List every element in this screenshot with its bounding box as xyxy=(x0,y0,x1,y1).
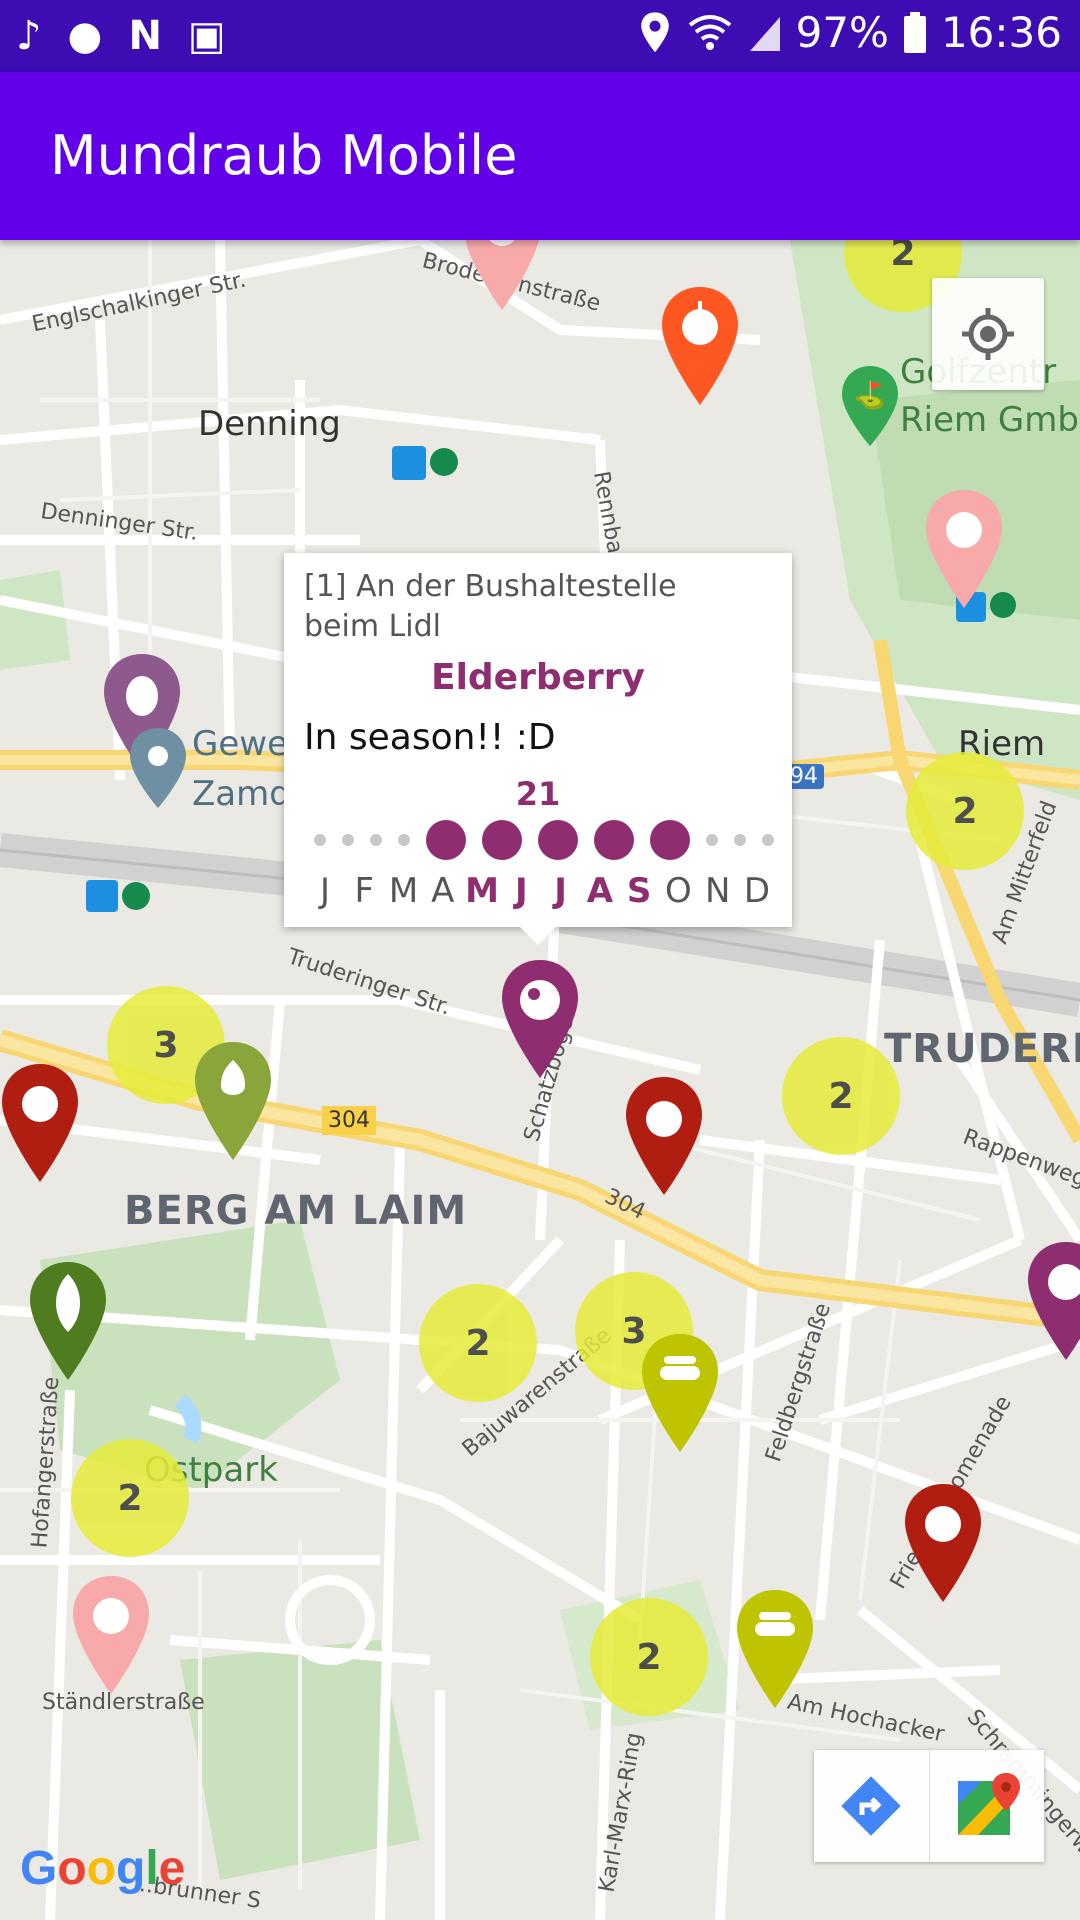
directions-icon xyxy=(841,1776,901,1836)
month-letter-in-season: M xyxy=(465,871,499,911)
sbahn-icon[interactable] xyxy=(122,882,150,910)
month-letter-in-season: S xyxy=(626,871,652,911)
district-label: BERG AM LAIM xyxy=(124,1188,468,1234)
google-maps-icon xyxy=(957,1773,1020,1835)
location-description: [1] An der Bushaltestelle beim Lidl xyxy=(304,569,677,644)
fruit-pin-apple[interactable] xyxy=(624,1075,704,1197)
month-letter: J xyxy=(319,871,331,911)
fruit-pin-elderberry[interactable] xyxy=(500,958,580,1080)
google-logo: Google xyxy=(20,1842,186,1895)
gallery-icon: ▣ xyxy=(187,13,226,59)
signal-icon xyxy=(749,16,780,51)
season-dots xyxy=(314,817,774,863)
fruit-pin-pear[interactable] xyxy=(193,1040,273,1162)
sbahn-icon[interactable] xyxy=(430,448,458,476)
month-letter-in-season: A xyxy=(586,871,614,911)
district-label: Denning xyxy=(198,404,341,444)
month-dot xyxy=(370,834,382,846)
lightbulb-icon: ● xyxy=(67,13,103,59)
month-letter-in-season: J xyxy=(515,871,528,911)
place-pin[interactable] xyxy=(118,718,198,840)
month-letter: M xyxy=(388,871,419,911)
fruit-pin-apple[interactable] xyxy=(903,1482,983,1604)
road-shield: 304 xyxy=(322,1106,376,1135)
month-letter: N xyxy=(704,871,731,911)
notification-icons: ♪ ● N ▣ xyxy=(16,10,226,62)
open-google-maps-button[interactable] xyxy=(928,1750,1045,1862)
battery-percent: 97% xyxy=(795,8,889,57)
month-dot xyxy=(342,834,354,846)
month-dot-active xyxy=(650,820,690,860)
marker-info-window[interactable]: [1] An der Bushaltestelle beim Lidl Elde… xyxy=(284,553,792,945)
month-dot-active xyxy=(482,820,522,860)
wifi-icon xyxy=(688,14,731,50)
cluster-marker[interactable]: 2 xyxy=(71,1439,189,1557)
month-letter: F xyxy=(354,871,375,911)
app-bar: Mundraub Mobile xyxy=(0,72,1080,240)
my-location-button[interactable] xyxy=(932,278,1044,390)
fruit-pin-apple[interactable] xyxy=(924,488,1004,610)
fruit-type: Elderberry xyxy=(430,657,646,698)
season-status: In season!! :D xyxy=(304,717,556,758)
month-dot-active xyxy=(426,820,466,860)
battery-icon xyxy=(903,11,926,53)
cluster-marker[interactable]: 2 xyxy=(906,752,1024,870)
map-toolbar xyxy=(814,1750,1044,1862)
month-letter: A xyxy=(431,871,455,911)
month-dot xyxy=(762,834,774,846)
app-title: Mundraub Mobile xyxy=(50,124,518,187)
location-icon xyxy=(640,11,669,52)
cluster-marker[interactable]: 2 xyxy=(419,1284,537,1402)
golf-pin[interactable]: ⛳ xyxy=(830,356,910,478)
netflix-icon: N xyxy=(128,13,162,59)
month-dot xyxy=(398,834,410,846)
fruit-pin-apple[interactable] xyxy=(462,240,542,312)
month-dot-active xyxy=(594,820,634,860)
nut-pin[interactable] xyxy=(735,1588,815,1710)
month-letter: D xyxy=(743,871,771,911)
fruit-pin-apple[interactable] xyxy=(660,285,740,407)
poi-label: Zamd xyxy=(192,774,291,814)
directions-button[interactable] xyxy=(814,1750,929,1862)
cluster-marker[interactable]: 2 xyxy=(782,1037,900,1155)
herb-pin-leaf[interactable] xyxy=(28,1260,108,1382)
district-label: TRUDERIN xyxy=(884,1026,1080,1072)
fruit-pin-apple[interactable] xyxy=(71,1574,151,1696)
clock: 16:36 xyxy=(940,8,1062,57)
month-letter: O xyxy=(665,871,692,911)
month-dot-active xyxy=(538,820,578,860)
month-dot xyxy=(734,834,746,846)
my-location-icon xyxy=(962,308,1014,360)
svg-text:⛳: ⛳ xyxy=(854,380,886,411)
cluster-marker[interactable]: 2 xyxy=(590,1598,708,1716)
system-icons: 97% 16:36 xyxy=(638,8,1062,57)
subway-icon[interactable] xyxy=(392,446,426,480)
fruit-pin-apple[interactable] xyxy=(0,1062,80,1184)
month-letters: J F M A M J J A S O N D xyxy=(308,871,774,911)
subway-icon[interactable] xyxy=(86,880,118,912)
month-dot xyxy=(706,834,718,846)
day-count: 21 xyxy=(515,775,561,813)
status-bar: ♪ ● N ▣ 97% 16:36 xyxy=(0,0,1080,72)
fruit-pin-plum[interactable] xyxy=(1026,1240,1080,1362)
map-view[interactable]: Englschalkinger Str. Brodersenstraße Den… xyxy=(0,240,1080,1920)
month-letter-in-season: J xyxy=(554,871,567,911)
music-note-icon: ♪ xyxy=(16,13,42,59)
poi-label: Gewe xyxy=(192,724,288,764)
month-dot xyxy=(314,834,326,846)
poi-label: Riem GmbH xyxy=(900,400,1080,440)
nut-pin[interactable] xyxy=(640,1332,720,1454)
